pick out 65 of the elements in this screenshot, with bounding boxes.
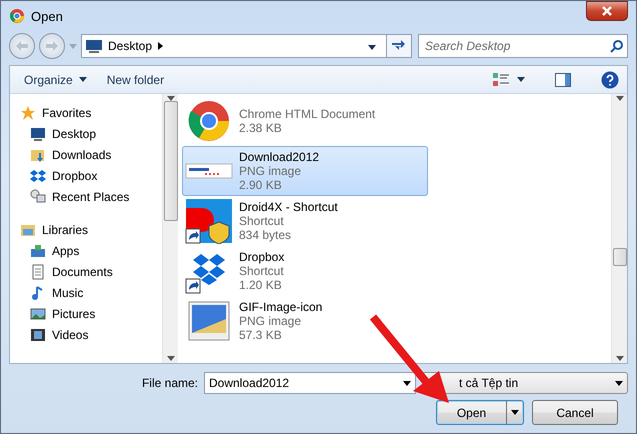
clock-computer-icon xyxy=(30,188,46,204)
sidebar-item[interactable]: Recent Places xyxy=(20,186,162,207)
caret-icon xyxy=(616,356,624,361)
chrome-logo-icon xyxy=(9,8,25,24)
dropbox-icon xyxy=(30,168,46,184)
film-icon xyxy=(30,326,46,342)
sidebar-item[interactable]: Dropbox xyxy=(20,165,162,186)
caret-icon xyxy=(517,77,525,82)
open-button[interactable]: Open xyxy=(436,400,524,425)
caret-icon xyxy=(166,356,174,361)
caret-icon xyxy=(615,380,623,386)
file-item[interactable]: GIF-Image-icon PNG image 57.3 KB xyxy=(182,296,428,346)
address-location: Desktop xyxy=(108,39,152,53)
file-type-dropdown[interactable]: t cả Tệp tin xyxy=(422,372,628,394)
caret-icon xyxy=(403,380,411,386)
forward-button[interactable] xyxy=(39,33,65,59)
sidebar-item[interactable]: Music xyxy=(20,282,162,303)
sidebar-item[interactable]: Desktop xyxy=(20,123,162,144)
file-item[interactable]: Dropbox Shortcut 1.20 KB xyxy=(182,246,428,296)
new-folder-button[interactable]: New folder xyxy=(100,70,170,90)
shortcut-app-icon xyxy=(185,198,233,244)
search-icon xyxy=(610,40,623,52)
cancel-button[interactable]: Cancel xyxy=(532,400,618,425)
back-arrow-icon xyxy=(16,41,28,51)
file-name-field[interactable]: Download2012 xyxy=(204,372,416,394)
address-bar[interactable]: Desktop xyxy=(81,34,387,58)
view-options-icon[interactable] xyxy=(493,72,509,86)
file-item[interactable]: Droid4X - Shortcut Shortcut 834 bytes xyxy=(182,196,428,246)
caret-icon xyxy=(511,410,519,415)
help-icon[interactable] xyxy=(601,70,619,88)
scroll-thumb[interactable] xyxy=(164,101,178,221)
close-icon xyxy=(602,6,612,16)
sidebar-item[interactable]: Videos xyxy=(20,324,162,345)
sidebar-item[interactable]: Apps xyxy=(20,240,162,261)
caret-icon xyxy=(78,77,87,82)
document-icon xyxy=(30,264,46,280)
monitor-icon xyxy=(86,39,102,53)
sidebar-group-header[interactable]: Libraries xyxy=(20,219,162,240)
organize-button[interactable]: Organize xyxy=(18,70,93,90)
chevron-right-icon xyxy=(158,42,164,50)
back-button[interactable] xyxy=(9,33,35,59)
star-icon xyxy=(20,104,36,120)
monitor-icon xyxy=(30,126,46,142)
file-list-scrollbar[interactable] xyxy=(611,94,627,363)
caret-icon xyxy=(616,96,624,101)
caret-icon xyxy=(368,45,376,50)
caret-icon xyxy=(69,44,77,48)
forward-arrow-icon xyxy=(46,41,58,51)
window-title: Open xyxy=(31,8,64,24)
sidebar-group-header[interactable]: Favorites xyxy=(20,102,162,123)
sidebar-item[interactable]: Downloads xyxy=(20,144,162,165)
scroll-thumb[interactable] xyxy=(612,248,626,266)
refresh-arrows-icon xyxy=(391,38,407,52)
close-button[interactable] xyxy=(586,1,628,21)
preview-pane-icon[interactable] xyxy=(555,72,571,86)
file-name-label: File name: xyxy=(142,376,198,390)
picture-icon xyxy=(30,306,46,322)
sidebar-item[interactable]: Documents xyxy=(20,261,162,282)
search-field[interactable]: Search Desktop xyxy=(418,34,628,58)
sidebar-scrollbar[interactable] xyxy=(162,94,178,363)
refresh-button[interactable] xyxy=(386,34,412,58)
toolbox-icon xyxy=(30,242,46,258)
file-item[interactable]: Download2012 PNG image 2.90 KB xyxy=(182,146,428,196)
file-item[interactable]: Chrome HTML Document 2.38 KB xyxy=(182,96,428,146)
sidebar-item[interactable]: Pictures xyxy=(20,303,162,324)
